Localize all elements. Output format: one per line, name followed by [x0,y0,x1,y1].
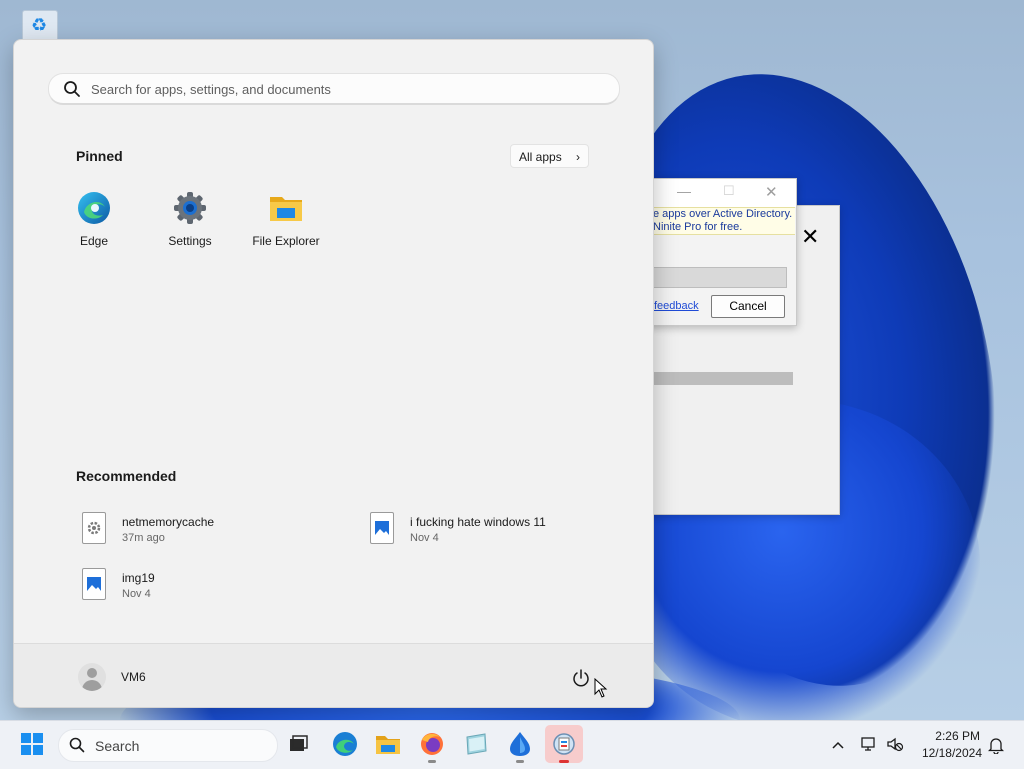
chevron-right-icon: › [576,150,580,164]
pinned-app-edge[interactable]: Edge [49,190,139,248]
notepad-icon [466,733,487,755]
notice-line: e apps over Active Directory. [653,208,793,220]
folder-icon [268,190,304,226]
ninite-installer-icon [553,733,575,755]
all-apps-label: All apps [519,150,562,164]
close-icon[interactable]: ✕ [765,183,778,201]
image-file-icon [370,512,394,544]
minimize-icon[interactable]: — [677,183,691,199]
recommended-item[interactable]: netmemorycache 37m ago [82,512,342,552]
running-indicator [428,760,436,763]
start-menu-footer: VM6 [14,643,653,707]
running-indicator [516,760,524,763]
clock-time[interactable]: 2:26 PM [920,729,980,743]
start-search-input[interactable] [89,76,593,102]
settings-file-icon [82,512,106,544]
recommended-item-name: netmemorycache [122,515,215,529]
network-icon[interactable] [860,735,878,753]
power-icon[interactable] [571,668,591,688]
file-explorer-icon [376,736,400,754]
firefox-icon [421,733,443,755]
all-apps-button[interactable]: All apps › [510,144,589,168]
recommended-item-time: 37m ago [122,532,165,544]
progress-bar [651,372,793,385]
desktop: ♻ ✕ — ☐ ✕ e apps over Active Directory. … [0,0,1024,720]
taskbar-notepad[interactable] [457,725,495,763]
notification-bell-icon[interactable] [988,736,1004,754]
recommended-item-name: i fucking hate windows 11 [410,515,546,529]
volume-muted-icon[interactable] [886,735,904,753]
notice-line: Ninite Pro for free. [653,221,743,233]
recommended-heading: Recommended [76,468,177,484]
image-file-icon [82,568,106,600]
recommended-item-time: Nov 4 [410,532,439,544]
user-name[interactable]: VM6 [121,670,146,684]
avatar[interactable] [78,663,106,691]
windows-logo-icon [21,733,43,755]
settings-gear-icon [172,190,208,226]
recommended-item[interactable]: img19 Nov 4 [82,568,342,608]
taskbar-edge[interactable] [326,725,364,763]
edge-icon [333,732,357,756]
maximize-icon: ☐ [723,183,735,198]
recommended-item-time: Nov 4 [122,588,151,600]
taskbar-ninite[interactable] [501,725,539,763]
search-icon [64,81,80,97]
clock-date[interactable]: 12/18/2024 [918,746,982,760]
taskbar-search[interactable]: Search [58,729,278,762]
pinned-app-file-explorer[interactable]: File Explorer [241,190,331,248]
task-view-button[interactable] [280,725,318,763]
installer-dialog[interactable]: — ☐ ✕ e apps over Active Directory. Nini… [640,178,797,326]
pinned-app-label: File Explorer [252,234,320,248]
start-search-box[interactable] [48,73,620,105]
recommended-item-name: img19 [122,571,155,585]
dialog-titlebar[interactable]: — ☐ ✕ [641,179,796,207]
feedback-link[interactable]: feedback [654,300,699,312]
mouse-cursor-icon [594,678,608,698]
search-icon [69,737,85,753]
pinned-heading: Pinned [76,148,123,164]
close-icon[interactable]: ✕ [801,224,819,250]
ninite-icon [510,732,530,756]
chevron-up-icon[interactable] [830,737,846,753]
promo-notice[interactable]: e apps over Active Directory. Ninite Pro… [641,207,795,235]
pinned-app-settings[interactable]: Settings [145,190,235,248]
recommended-item[interactable]: i fucking hate windows 11 Nov 4 [370,512,630,552]
start-menu: Pinned All apps › Edge [13,39,654,708]
taskbar-file-explorer[interactable] [369,725,407,763]
taskbar-search-label: Search [95,738,140,754]
taskbar-firefox[interactable] [413,725,451,763]
taskbar-ninite-installer[interactable] [545,725,583,763]
pinned-app-label: Edge [79,234,109,248]
task-view-icon [290,735,308,751]
taskbar: Search 2:26 PM 12/18/2024 [0,720,1024,769]
start-button[interactable] [13,725,51,763]
running-indicator [559,760,569,763]
progress-bar [653,267,787,288]
edge-icon [76,190,112,226]
pinned-app-label: Settings [168,234,212,248]
cancel-button[interactable]: Cancel [711,295,785,318]
